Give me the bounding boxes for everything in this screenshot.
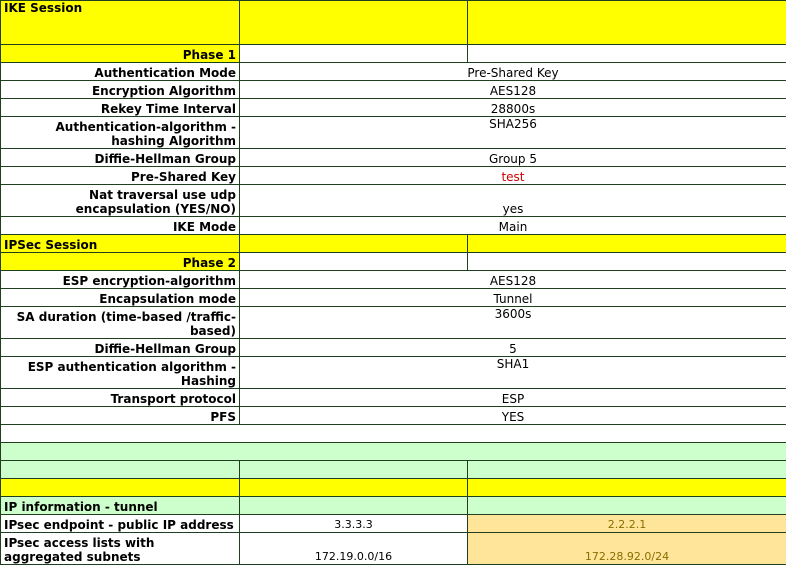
endpoint-remote-value: 2.2.2.1 — [468, 515, 786, 533]
table-row: Authentication Mode Pre-Shared Key — [1, 63, 786, 81]
row-label: Authentication Mode — [1, 63, 240, 81]
acl-label: IPsec access lists with aggregated subne… — [1, 533, 240, 565]
ip-info-header-cell-3 — [468, 497, 786, 515]
green-blank-cell — [240, 461, 468, 479]
table-row: Encapsulation mode Tunnel — [1, 289, 786, 307]
blank-cell — [1, 425, 786, 443]
acl-remote-value: 172.28.92.0/24 — [468, 533, 786, 565]
row-value: 5 — [240, 339, 786, 357]
row-value: Group 5 — [240, 149, 786, 167]
row-value: yes — [240, 185, 786, 217]
pre-shared-key-value: test — [240, 167, 786, 185]
table-row: Diffie-Hellman Group 5 — [1, 339, 786, 357]
row-value: 3600s — [240, 307, 786, 339]
table-row: ESP encryption-algorithm AES128 — [1, 271, 786, 289]
phase-2-cell-3 — [468, 253, 786, 271]
endpoint-local-value: 3.3.3.3 — [240, 515, 468, 533]
table-row: Pre-Shared Key test — [1, 167, 786, 185]
row-label: Diffie-Hellman Group — [1, 339, 240, 357]
phase-1-cell-2 — [240, 45, 468, 63]
yellow-blank-cell — [240, 479, 468, 497]
row-value: YES — [240, 407, 786, 425]
green-blank-cell — [1, 443, 786, 461]
table-row: Nat traversal use udp encapsulation (YES… — [1, 185, 786, 217]
row-value: AES128 — [240, 271, 786, 289]
ip-info-title: IP information - tunnel — [1, 497, 240, 515]
phase-1-label: Phase 1 — [1, 45, 240, 63]
row-label: PFS — [1, 407, 240, 425]
row-label: Nat traversal use udp encapsulation (YES… — [1, 185, 240, 217]
ike-session-header-cell-2 — [240, 1, 468, 45]
acl-row: IPsec access lists with aggregated subne… — [1, 533, 786, 565]
ike-session-header-cell-3 — [468, 1, 786, 45]
table-row: SA duration (time-based /traffic-based) … — [1, 307, 786, 339]
ipsec-session-title: IPSec Session — [1, 235, 240, 253]
phase-2-row: Phase 2 — [1, 253, 786, 271]
row-value: SHA1 — [240, 357, 786, 389]
row-label: Encryption Algorithm — [1, 81, 240, 99]
row-label: ESP authentication algorithm - Hashing — [1, 357, 240, 389]
table-row: PFS YES — [1, 407, 786, 425]
ipsec-session-header-cell-2 — [240, 235, 468, 253]
yellow-blank-cell — [1, 479, 240, 497]
row-label: Diffie-Hellman Group — [1, 149, 240, 167]
table-row: Authentication-algorithm - hashing Algor… — [1, 117, 786, 149]
row-value: 28800s — [240, 99, 786, 117]
ipsec-session-header-row: IPSec Session — [1, 235, 786, 253]
row-label: Pre-Shared Key — [1, 167, 240, 185]
row-value: AES128 — [240, 81, 786, 99]
vpn-parameters-sheet: IKE Session Phase 1 Authentication Mode … — [0, 0, 786, 565]
row-value: Tunnel — [240, 289, 786, 307]
ipsec-session-header-cell-3 — [468, 235, 786, 253]
ike-session-header-row: IKE Session — [1, 1, 786, 45]
green-blank-row — [1, 443, 786, 461]
row-value: Main — [240, 217, 786, 235]
endpoint-label: IPsec endpoint - public IP address — [1, 515, 240, 533]
row-label: Rekey Time Interval — [1, 99, 240, 117]
row-label: Transport protocol — [1, 389, 240, 407]
table-row: Diffie-Hellman Group Group 5 — [1, 149, 786, 167]
ike-session-title: IKE Session — [1, 1, 240, 45]
ip-info-header-cell-2 — [240, 497, 468, 515]
yellow-blank-row — [1, 479, 786, 497]
table-row: IKE Mode Main — [1, 217, 786, 235]
green-blank-cell — [1, 461, 240, 479]
phase-2-label: Phase 2 — [1, 253, 240, 271]
yellow-blank-cell — [468, 479, 786, 497]
ip-info-header-row: IP information - tunnel — [1, 497, 786, 515]
row-label: Authentication-algorithm - hashing Algor… — [1, 117, 240, 149]
green-blank-cell — [468, 461, 786, 479]
table-row: Rekey Time Interval 28800s — [1, 99, 786, 117]
row-value: Pre-Shared Key — [240, 63, 786, 81]
row-label: IKE Mode — [1, 217, 240, 235]
table-row: ESP authentication algorithm - Hashing S… — [1, 357, 786, 389]
green-blank-row-2 — [1, 461, 786, 479]
phase-1-row: Phase 1 — [1, 45, 786, 63]
row-value: ESP — [240, 389, 786, 407]
row-label: ESP encryption-algorithm — [1, 271, 240, 289]
phase-2-cell-2 — [240, 253, 468, 271]
row-label: Encapsulation mode — [1, 289, 240, 307]
row-label: SA duration (time-based /traffic-based) — [1, 307, 240, 339]
row-value: SHA256 — [240, 117, 786, 149]
table-row: Transport protocol ESP — [1, 389, 786, 407]
blank-row — [1, 425, 786, 443]
endpoint-row: IPsec endpoint - public IP address 3.3.3… — [1, 515, 786, 533]
acl-local-value: 172.19.0.0/16 — [240, 533, 468, 565]
phase-1-cell-3 — [468, 45, 786, 63]
table-row: Encryption Algorithm AES128 — [1, 81, 786, 99]
